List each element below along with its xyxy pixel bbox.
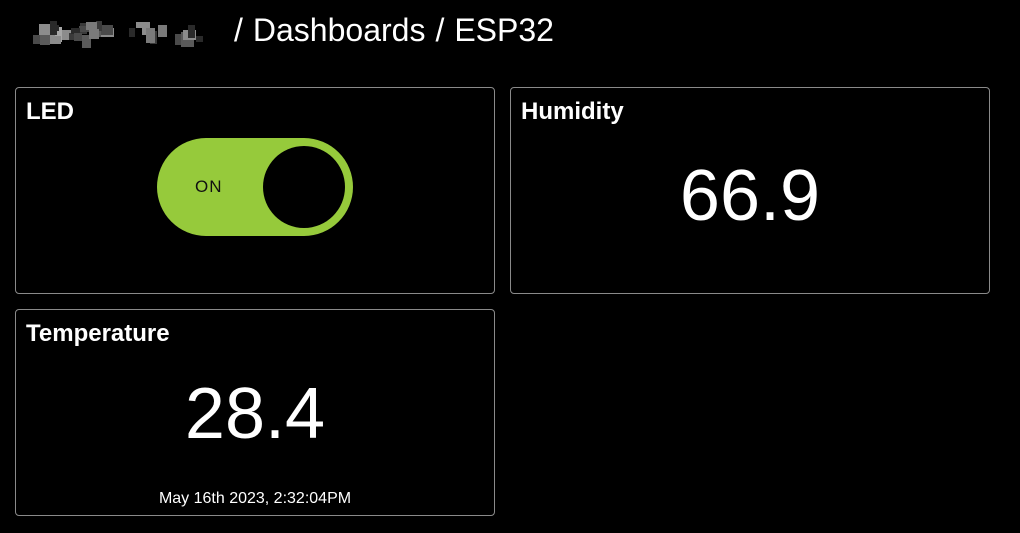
redacted-pixel [89, 29, 99, 39]
redacted-pixel [196, 36, 203, 42]
led-card-title: LED [26, 98, 74, 125]
redacted-pixel [50, 36, 61, 44]
breadcrumb: / Dashboards / ESP32 [18, 10, 554, 50]
redacted-pixel [40, 35, 50, 45]
redacted-pixel [175, 34, 181, 45]
breadcrumb-dashboards-link[interactable]: Dashboards [253, 10, 426, 50]
breadcrumb-separator: / [435, 12, 445, 48]
led-toggle-state-label: ON [195, 177, 223, 196]
redacted-pixel [136, 22, 143, 28]
redacted-pixel [129, 28, 135, 37]
temperature-card: Temperature 28.4 May 16th 2023, 2:32:04P… [15, 309, 495, 516]
temperature-timestamp: May 16th 2023, 2:32:04PM [158, 490, 352, 507]
redacted-pixel [146, 28, 155, 43]
temperature-value: 28.4 [184, 374, 326, 454]
breadcrumb-separator: / [234, 12, 243, 48]
redacted-pixel [53, 25, 59, 31]
toggle-knob [263, 146, 345, 228]
humidity-card-title: Humidity [521, 98, 624, 125]
led-toggle-switch[interactable]: ON [157, 138, 353, 236]
username-link-redacted[interactable] [18, 15, 216, 48]
temperature-card-title: Temperature [26, 320, 170, 347]
redacted-pixel [74, 33, 82, 41]
led-card: LED ON [15, 87, 495, 294]
humidity-value: 66.9 [679, 156, 821, 236]
dashboard-page: / Dashboards / ESP32 LED ON Humidity 66.… [0, 0, 1020, 533]
redacted-pixel [101, 25, 113, 35]
redacted-pixel [158, 25, 167, 37]
humidity-card: Humidity 66.9 [510, 87, 990, 294]
redacted-pixel [188, 25, 195, 38]
breadcrumb-current-dashboard: ESP32 [454, 12, 554, 48]
